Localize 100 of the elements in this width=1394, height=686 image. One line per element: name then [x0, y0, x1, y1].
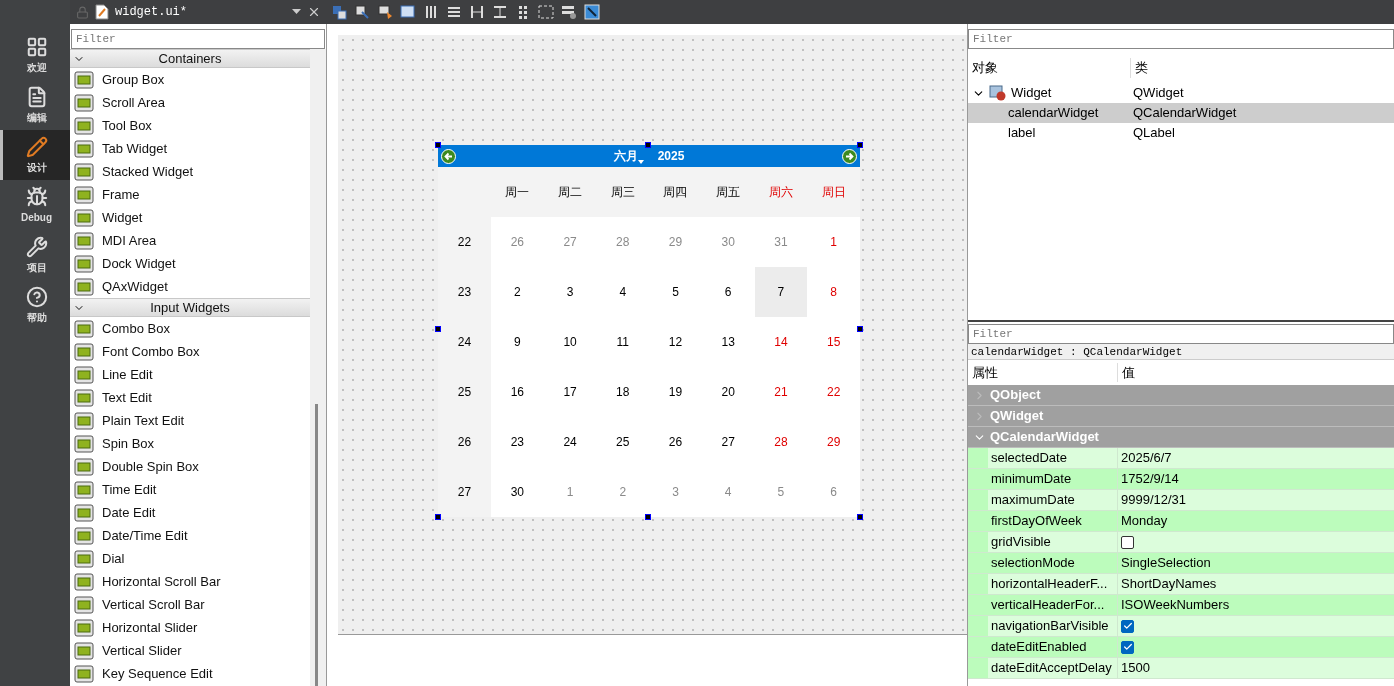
property-value[interactable]: 1752/9/14	[1121, 469, 1179, 489]
day-cell[interactable]: 30	[491, 467, 544, 517]
property-row[interactable]: dateEditAcceptDelay 1500	[968, 658, 1394, 679]
day-cell[interactable]: 21	[754, 367, 808, 417]
previous-month-button[interactable]	[441, 148, 456, 164]
widget-item[interactable]: Scroll Area	[70, 91, 310, 114]
checkbox[interactable]	[1121, 619, 1134, 633]
property-row[interactable]: dateEditEnabled	[968, 637, 1394, 658]
day-cell[interactable]: 12	[649, 317, 702, 367]
mode-tab[interactable]: 编辑	[0, 80, 70, 130]
day-cell[interactable]: 31	[754, 217, 808, 267]
widget-item[interactable]: Date Edit	[70, 501, 310, 524]
day-cell[interactable]: 18	[596, 367, 650, 417]
property-row[interactable]: maximumDate 9999/12/31	[968, 490, 1394, 511]
widget-item[interactable]: Double Spin Box	[70, 455, 310, 478]
property-row[interactable]: gridVisible	[968, 532, 1394, 553]
resize-handle[interactable]	[435, 326, 441, 332]
property-name[interactable]: verticalHeaderFor...	[988, 595, 1118, 615]
resize-handle[interactable]	[435, 142, 441, 148]
widget-item[interactable]: Font Combo Box	[70, 340, 310, 363]
day-cell[interactable]: 3	[649, 467, 702, 517]
widget-item[interactable]: Widget	[70, 206, 310, 229]
property-value[interactable]: 9999/12/31	[1121, 490, 1187, 510]
widget-item[interactable]: MDI Area	[70, 229, 310, 252]
day-cell[interactable]: 15	[807, 317, 860, 367]
day-cell[interactable]: 8	[807, 267, 860, 317]
property-name[interactable]: maximumDate	[988, 490, 1118, 510]
day-cell[interactable]: 1	[807, 217, 860, 267]
property-value[interactable]: ShortDayNames	[1121, 574, 1217, 594]
widget-item[interactable]: Horizontal Slider	[70, 616, 310, 639]
day-cell[interactable]: 6	[701, 267, 755, 317]
widget-item[interactable]: Combo Box	[70, 317, 310, 340]
mode-tab[interactable]: 帮助	[0, 280, 70, 330]
widget-item[interactable]: Group Box	[70, 68, 310, 91]
day-cell[interactable]: 19	[649, 367, 702, 417]
mode-tab[interactable]: Debug	[0, 180, 70, 230]
filter-field[interactable]: Filter	[968, 324, 1394, 344]
property-name[interactable]: gridVisible	[988, 532, 1118, 552]
property-name[interactable]: selectionMode	[988, 553, 1118, 573]
widget-item[interactable]: Date/Time Edit	[70, 524, 310, 547]
day-cell[interactable]: 5	[649, 267, 702, 317]
filter-field[interactable]: Filter	[968, 29, 1394, 49]
resize-handle[interactable]	[857, 514, 863, 520]
resize-handle[interactable]	[857, 326, 863, 332]
property-row[interactable]: firstDayOfWeek Monday	[968, 511, 1394, 532]
property-value[interactable]: SingleSelection	[1121, 553, 1211, 573]
day-cell[interactable]: 29	[649, 217, 702, 267]
property-name[interactable]: firstDayOfWeek	[988, 511, 1118, 531]
checkbox[interactable]	[1121, 535, 1134, 549]
property-value[interactable]: ISOWeekNumbers	[1121, 595, 1230, 615]
rows-icon[interactable]	[446, 4, 462, 20]
day-cell[interactable]: 9	[491, 317, 544, 367]
day-cell[interactable]: 4	[596, 267, 650, 317]
day-cell[interactable]: 29	[807, 417, 860, 467]
property-name[interactable]: horizontalHeaderF...	[988, 574, 1118, 594]
month-dropdown[interactable]: 六月	[613, 147, 644, 165]
day-cell[interactable]: 6	[807, 467, 860, 517]
resize-handle[interactable]	[857, 142, 863, 148]
widget-item[interactable]: Stacked Widget	[70, 160, 310, 183]
filter-field[interactable]: Filter	[71, 29, 325, 49]
day-cell[interactable]: 7	[754, 267, 808, 317]
column-header[interactable]: 类	[1131, 58, 1148, 78]
day-cell[interactable]: 2	[491, 267, 544, 317]
property-name[interactable]: navigationBarVisible	[988, 616, 1118, 636]
day-cell[interactable]: 30	[701, 217, 755, 267]
widget-item[interactable]: Key Sequence Edit	[70, 662, 310, 685]
resize-handle[interactable]	[645, 514, 651, 520]
vertical-split-icon[interactable]	[492, 4, 508, 20]
property-row[interactable]: selectedDate 2025/6/7	[968, 448, 1394, 469]
resize-icon[interactable]	[584, 4, 600, 20]
day-cell[interactable]: 23	[491, 417, 544, 467]
day-cell[interactable]: 27	[701, 417, 755, 467]
tree-row[interactable]: label QLabel	[968, 123, 1394, 143]
day-cell[interactable]: 17	[543, 367, 597, 417]
property-name[interactable]: dateEditEnabled	[988, 637, 1118, 657]
day-cell[interactable]: 28	[754, 417, 808, 467]
widget-item[interactable]: Dial	[70, 547, 310, 570]
column-header[interactable]: 属性	[968, 362, 1118, 383]
columns-icon[interactable]	[423, 4, 439, 20]
mode-tab[interactable]: 设计	[0, 130, 70, 180]
widget-item[interactable]: Vertical Scroll Bar	[70, 593, 310, 616]
mode-tab[interactable]: 欢迎	[0, 30, 70, 80]
day-cell[interactable]: 16	[491, 367, 544, 417]
day-cell[interactable]: 3	[543, 267, 597, 317]
day-cell[interactable]: 4	[701, 467, 755, 517]
day-cell[interactable]: 13	[701, 317, 755, 367]
widget-item[interactable]: Time Edit	[70, 478, 310, 501]
property-row[interactable]: selectionMode SingleSelection	[968, 553, 1394, 574]
day-cell[interactable]: 1	[543, 467, 597, 517]
day-cell[interactable]: 24	[543, 417, 597, 467]
resize-handle[interactable]	[645, 142, 651, 148]
scrollbar[interactable]	[310, 49, 326, 686]
widget-item[interactable]: Vertical Slider	[70, 639, 310, 662]
day-cell[interactable]: 26	[491, 217, 544, 267]
property-name[interactable]: dateEditAcceptDelay	[988, 658, 1118, 678]
widget-item[interactable]: Plain Text Edit	[70, 409, 310, 432]
day-cell[interactable]: 10	[543, 317, 597, 367]
horizontal-split-icon[interactable]	[469, 4, 485, 20]
day-cell[interactable]: 14	[754, 317, 808, 367]
window-arrow-icon[interactable]	[354, 4, 370, 20]
